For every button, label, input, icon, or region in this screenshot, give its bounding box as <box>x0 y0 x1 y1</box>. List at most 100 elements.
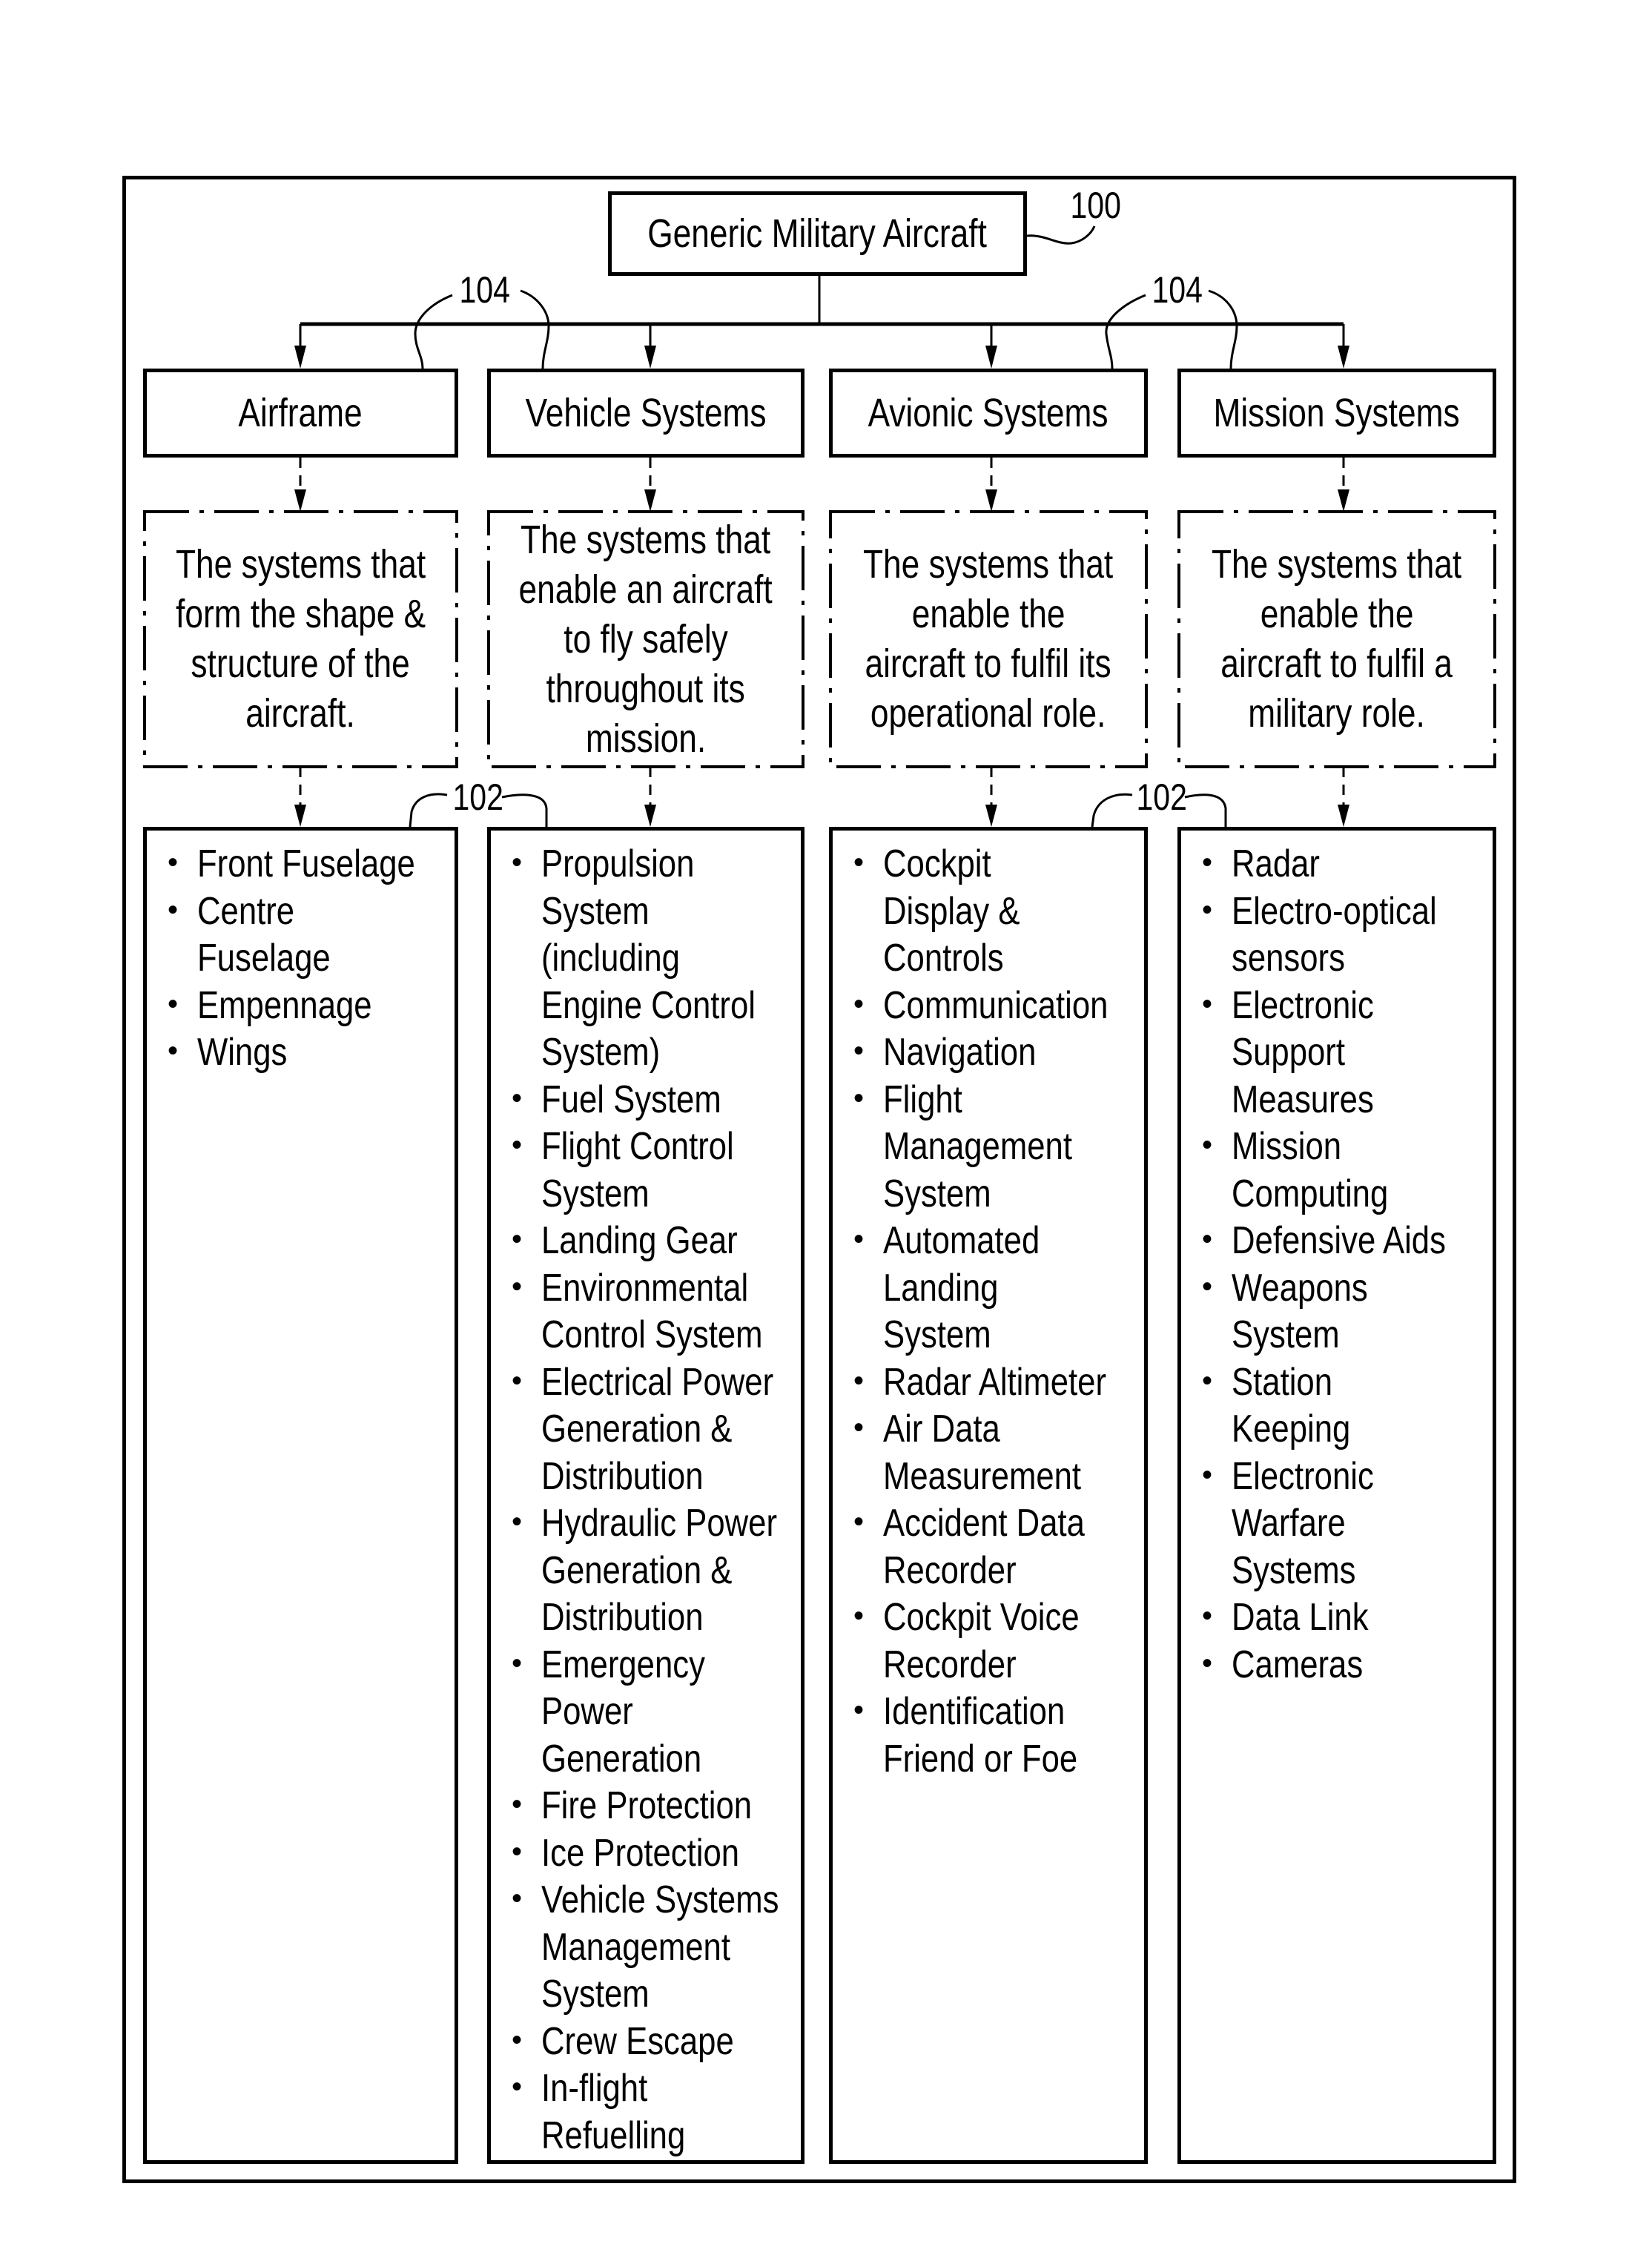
list-item: • Identification Friend or Foe <box>852 1689 1151 1783</box>
category-label: Avionic Systems <box>868 391 1109 435</box>
description-line: enable an aircraft <box>491 565 800 615</box>
list-item-text: Computing <box>1232 1172 1389 1215</box>
list-item-text: Friend or Foe <box>883 1737 1078 1780</box>
item-list: • Cockpit Display & Controls • Communication •… <box>833 831 1151 1783</box>
list-item-text: Station <box>1232 1360 1332 1404</box>
list-item: • Vehicle Systems Management System <box>510 1877 820 2019</box>
description-text: to fly safely <box>564 616 728 661</box>
bullet-icon: • <box>512 2023 523 2056</box>
description-line: The systems that <box>836 540 1140 590</box>
list-item-text: System <box>883 1172 991 1215</box>
list-item-text: Accident Data <box>883 1502 1085 1545</box>
list-item-text: Weapons <box>1232 1266 1368 1310</box>
list-item-text: Hydraulic Power <box>541 1502 778 1545</box>
description-text: enable the <box>911 592 1065 636</box>
description-text: enable an aircraft <box>518 567 773 612</box>
description-box-mission-systems: The systems that enable the aircraft to fu… <box>1177 510 1496 768</box>
description-line: mission. <box>572 714 719 764</box>
description-text: mission. <box>585 716 707 761</box>
description-line: aircraft. <box>234 689 367 739</box>
description-line: enable the <box>895 590 1082 639</box>
list-item-text: Measurement <box>883 1454 1082 1498</box>
list-item-text: Centre <box>197 889 295 933</box>
category-label: Vehicle Systems <box>525 391 767 435</box>
bullet-icon: • <box>512 846 523 879</box>
list-item-text: Display & <box>883 889 1020 933</box>
bullet-icon: • <box>512 2070 523 2103</box>
list-item: • Radar Altimeter <box>852 1359 1151 1407</box>
list-item: • In-flight Refuelling <box>510 2065 820 2159</box>
item-list: • Radar • Electro-optical sensors • Electronic… <box>1181 831 1493 1689</box>
bullet-icon: • <box>1202 1458 1213 1491</box>
description-text: military role. <box>1248 691 1426 736</box>
bullet-icon: • <box>1202 1600 1213 1632</box>
description-line: The systems that <box>148 540 453 590</box>
bullet-icon: • <box>853 1505 865 1538</box>
bullet-icon: • <box>853 1223 865 1255</box>
ref-104-text: 104 <box>459 269 510 311</box>
description-line: form the shape & <box>148 590 453 639</box>
list-item-text: Management <box>883 1125 1072 1168</box>
list-item-text: Environmental <box>541 1266 749 1310</box>
list-item-text: Air Data <box>883 1407 1000 1451</box>
list-item-text: Radar <box>1232 842 1320 885</box>
ref-100-text: 100 <box>1070 185 1121 226</box>
list-item: • Centre Fuselage <box>166 888 457 983</box>
category-box-avionic-systems: Avionic Systems <box>829 369 1148 458</box>
bullet-icon: • <box>1202 893 1213 926</box>
list-item-text: Front Fuselage <box>197 842 415 885</box>
description-line: enable the <box>1243 590 1430 639</box>
list-item-text: Empennage <box>197 983 372 1027</box>
item-list: • Propulsion System (including Engine Contro… <box>491 831 820 2159</box>
category-box-mission-systems: Mission Systems <box>1177 369 1496 458</box>
bullet-icon: • <box>1202 1223 1213 1255</box>
description-line: The systems that <box>1184 540 1489 590</box>
list-item-text: Recorder <box>883 1548 1017 1592</box>
list-item-text: System <box>883 1313 991 1356</box>
list-box-airframe: • Front Fuselage • Centre Fuselage • Empennage… <box>143 827 458 2164</box>
list-box-mission-systems: • Radar • Electro-optical sensors • Electronic… <box>1177 827 1496 2164</box>
list-item-text: Electronic <box>1232 983 1374 1027</box>
ref-102-text: 102 <box>452 776 503 818</box>
list-item: • Emergency Power Generation <box>510 1642 820 1783</box>
list-item: • Cockpit Display & Controls <box>852 841 1151 983</box>
description-box-avionic-systems: The systems that enable the aircraft to fu… <box>829 510 1148 768</box>
list-item-text: Power <box>541 1690 633 1733</box>
bullet-icon: • <box>512 1646 523 1680</box>
list-item: • Empennage <box>166 983 457 1030</box>
list-item-text: Warfare <box>1232 1502 1346 1545</box>
bullet-icon: • <box>1202 846 1213 879</box>
description-box-vehicle-systems: The systems that enable an aircraft to fly… <box>487 510 804 768</box>
bullet-icon: • <box>853 1364 865 1397</box>
list-item: • Cameras <box>1200 1642 1493 1689</box>
description-text: The systems that <box>521 517 771 562</box>
ref-label-102-left: 102 <box>447 779 509 816</box>
list-item-text: Propulsion <box>541 842 695 885</box>
list-item: • Front Fuselage <box>166 841 457 888</box>
bullet-icon: • <box>512 1882 523 1915</box>
bullet-icon: • <box>168 846 179 879</box>
list-item: • Weapons System <box>1200 1265 1493 1359</box>
list-item-text: System <box>1232 1313 1340 1356</box>
list-item: • Communication <box>852 983 1151 1030</box>
list-item: • Defensive Aids <box>1200 1218 1493 1265</box>
list-item-text: Keeping <box>1232 1407 1351 1451</box>
ref-104-text: 104 <box>1152 269 1203 311</box>
list-item-text: Management <box>541 1925 730 1969</box>
list-item: • Radar <box>1200 841 1493 888</box>
bullet-icon: • <box>1202 987 1213 1020</box>
list-item-text: System <box>541 1973 650 2016</box>
description-line: throughout its <box>524 664 767 714</box>
list-item-text: (including <box>541 937 680 980</box>
list-item: • Hydraulic Power Generation & Distribution <box>510 1500 820 1642</box>
ref-label-100: 100 <box>1065 187 1126 224</box>
bullet-icon: • <box>1202 1364 1213 1397</box>
list-item-text: Landing Gear <box>541 1219 738 1262</box>
list-item-text: In-flight <box>541 2067 648 2110</box>
list-item-text: Generation & <box>541 1407 733 1451</box>
bullet-icon: • <box>1202 1129 1213 1161</box>
list-item: • Electronic Warfare Systems <box>1200 1453 1493 1595</box>
root-label: Generic Military Aircraft <box>647 211 988 256</box>
description-text: operational role. <box>870 691 1106 736</box>
list-item-text: Fuselage <box>197 937 331 980</box>
